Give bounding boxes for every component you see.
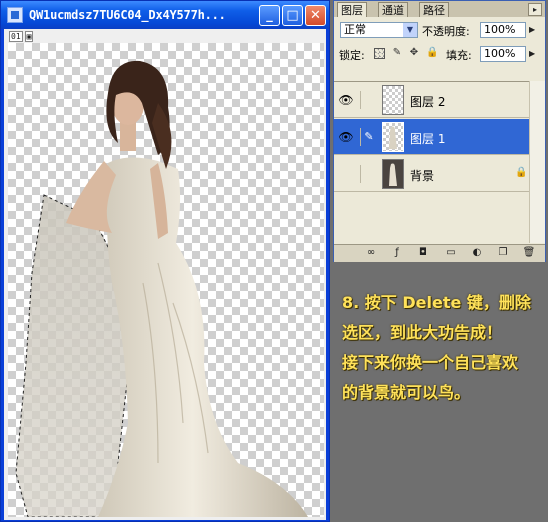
eye-visibility-icon[interactable]: 👁 — [337, 128, 355, 146]
document-area: 01 ▣ — [4, 29, 326, 520]
lock-position-move-icon[interactable]: ✥ — [408, 47, 420, 59]
blend-opacity-row: 正常 ▼ 不透明度: 100% ▶ — [334, 20, 545, 42]
layer-thumbnail — [382, 159, 404, 189]
layer-thumbnail — [382, 122, 404, 152]
panel-bottom-toolbar: ∞ ƒ ◘ ▭ ◐ ❐ 🗑 — [334, 244, 545, 262]
eye-hidden-slot[interactable] — [337, 165, 355, 183]
photoshop-document-icon[interactable] — [7, 7, 23, 23]
panel-menu-button[interactable]: ▸ — [528, 3, 542, 16]
paintbrush-icon[interactable]: ✎ — [360, 128, 377, 146]
blend-mode-select[interactable]: 正常 ▼ — [340, 22, 418, 38]
layer-thumbnail-figure — [389, 126, 397, 149]
caption-line: 接下来你换一个自己喜欢 — [342, 353, 519, 372]
link-slot[interactable] — [360, 165, 377, 183]
layer-name: 图层 2 — [410, 95, 446, 109]
caption-line: 选区，到此大功告成！ — [342, 323, 503, 342]
lock-all-padlock-icon[interactable]: 🔒 — [426, 47, 438, 59]
neck — [120, 121, 136, 151]
opacity-slider-arrow-icon[interactable]: ▶ — [529, 25, 535, 34]
link-icon[interactable]: ∞ — [364, 246, 378, 260]
bride-figure-image — [15, 60, 308, 517]
minimize-button[interactable]: _ — [259, 5, 280, 26]
panel-tabs: 图层 通道 路径 ▸ — [334, 1, 545, 17]
adjustment-icon[interactable]: ◐ — [470, 246, 484, 260]
layers-scrollbar[interactable] — [529, 81, 545, 243]
opacity-input[interactable]: 100% — [480, 22, 526, 38]
layer-row-background[interactable]: 背景 🔒 — [334, 156, 529, 192]
close-button[interactable]: ✕ — [305, 5, 326, 26]
layer-row-layer-2[interactable]: 👁 图层 2 — [334, 82, 529, 118]
fill-slider-arrow-icon[interactable]: ▶ — [529, 49, 535, 58]
blend-mode-value: 正常 — [344, 23, 366, 36]
trash-icon[interactable]: 🗑 — [522, 246, 536, 260]
maximize-button[interactable]: □ — [282, 5, 303, 26]
layer-thumbnail-figure — [383, 160, 403, 188]
caption-line: 的背景就可以鸟。 — [342, 383, 471, 402]
layers-list: 👁 图层 2 👁 ✎ 图层 1 背景 🔒 — [334, 81, 529, 244]
image-document-window: QW1ucmdsz7TU6C04_Dx4Y577h... _ □ ✕ 01 ▣ — [0, 0, 330, 522]
layer-lock-icon: 🔒 — [515, 167, 528, 178]
fill-input[interactable]: 100% — [480, 46, 526, 62]
zoom-indicator-text: 01 — [9, 31, 23, 42]
new-layer-icon[interactable]: ❐ — [496, 246, 510, 260]
chevron-down-icon[interactable]: ▼ — [403, 23, 417, 37]
lock-transparency-icon[interactable] — [374, 48, 385, 59]
lock-paint-brush-icon[interactable]: ✎ — [391, 47, 403, 59]
layers-panel: 图层 通道 路径 ▸ 正常 ▼ 不透明度: 100% ▶ 锁定: ✎ ✥ 🔒 填… — [333, 0, 546, 262]
caption-line: 8. 按下 Delete 键，删除 — [342, 293, 531, 312]
lock-label: 锁定: — [339, 49, 365, 62]
layer-name: 图层 1 — [410, 132, 446, 146]
opacity-label: 不透明度: — [422, 25, 470, 38]
layer-style-icon[interactable]: ƒ — [390, 246, 404, 260]
mask-icon[interactable]: ◘ — [416, 246, 430, 260]
image-canvas[interactable] — [8, 43, 324, 517]
lock-fill-row: 锁定: ✎ ✥ 🔒 填充: 100% ▶ — [334, 44, 545, 66]
layer-thumbnail — [382, 85, 404, 115]
fill-label: 填充: — [446, 49, 472, 62]
instruction-caption: 8. 按下 Delete 键，删除 选区，到此大功告成！ 接下来你换一个自己喜欢… — [342, 288, 546, 408]
folder-icon[interactable]: ▭ — [444, 246, 458, 260]
tab-layers[interactable]: 图层 — [337, 2, 367, 17]
eye-visibility-icon[interactable]: 👁 — [337, 91, 355, 109]
tab-channels[interactable]: 通道 — [378, 2, 408, 17]
zoom-indicator-icon: ▣ — [24, 31, 34, 42]
dress-shape — [98, 157, 308, 517]
zoom-indicator: 01 ▣ — [9, 31, 34, 42]
window-title: QW1ucmdsz7TU6C04_Dx4Y577h... — [29, 8, 226, 22]
link-slot[interactable] — [360, 91, 377, 109]
layer-row-layer-1[interactable]: 👁 ✎ 图层 1 — [334, 119, 529, 155]
layer-name: 背景 — [410, 169, 435, 183]
window-titlebar[interactable]: QW1ucmdsz7TU6C04_Dx4Y577h... _ □ ✕ — [1, 1, 329, 29]
tab-paths[interactable]: 路径 — [419, 2, 449, 17]
